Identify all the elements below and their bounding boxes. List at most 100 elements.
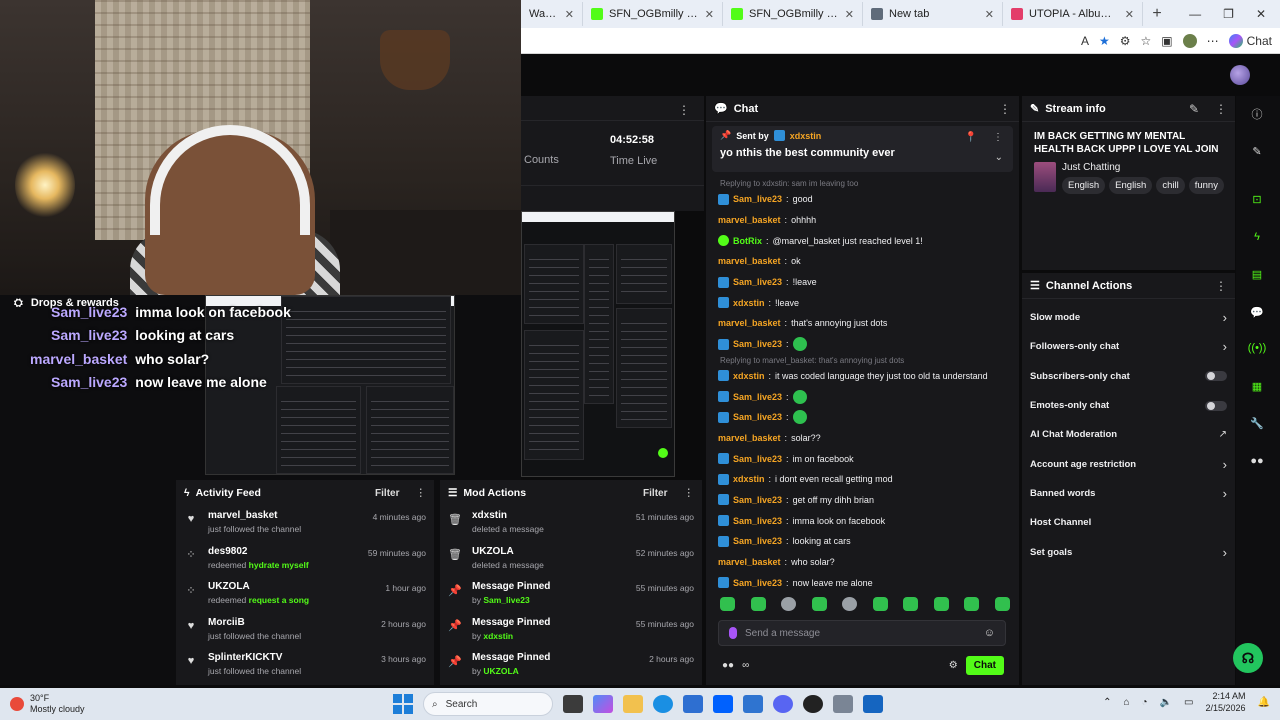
mod-item-title[interactable]: Message Pinned bbox=[472, 617, 626, 628]
broadcast-icon[interactable]: ((•)) bbox=[1248, 339, 1267, 357]
mod-item-title[interactable]: xdxstin bbox=[472, 510, 626, 521]
close-window-icon[interactable]: ✕ bbox=[1256, 7, 1266, 21]
chat-username[interactable]: Sam_live23 bbox=[733, 495, 782, 505]
edit-icon[interactable]: ✎ bbox=[1189, 102, 1199, 116]
unpin-icon[interactable]: 📍 bbox=[965, 132, 977, 143]
chat-username[interactable]: Sam_live23 bbox=[733, 578, 782, 588]
mod-item-title[interactable]: Message Pinned bbox=[472, 581, 626, 592]
notification-bell-icon[interactable]: 🔔 bbox=[1258, 697, 1270, 708]
activity-feed-item[interactable]: ♥ marvel_basket just followed the channel … bbox=[176, 506, 434, 542]
mod-item-by-user[interactable]: xdxstin bbox=[483, 631, 513, 641]
close-icon[interactable]: ✕ bbox=[705, 8, 714, 21]
browser-tab-2[interactable]: SFN_OGBmilly - Watch clips ✕ bbox=[723, 2, 863, 26]
copilot-chat-button[interactable]: Chat bbox=[1228, 33, 1272, 48]
chat-username[interactable]: marvel_basket bbox=[718, 557, 781, 567]
chat-username[interactable]: Sam_live23 bbox=[733, 339, 782, 349]
kebab-menu-icon[interactable]: ⋮ bbox=[993, 132, 1003, 143]
mod-action-item[interactable]: 📌 Message Pinned by UKZOLA 2 hours ago bbox=[440, 648, 702, 684]
document-icon[interactable]: ▤ bbox=[1248, 265, 1266, 283]
filter-button[interactable]: Filter bbox=[643, 488, 667, 499]
chat-message[interactable]: Sam_live23: now leave me alone bbox=[718, 572, 1007, 592]
settings-icon[interactable] bbox=[833, 695, 853, 713]
new-tab-button[interactable]: + bbox=[1143, 5, 1171, 23]
points-icon[interactable]: ●● bbox=[722, 660, 734, 671]
network-icon[interactable]: ⌂ bbox=[1124, 697, 1130, 708]
layout-icon[interactable]: ▦ bbox=[1248, 377, 1266, 395]
read-aloud-icon[interactable]: A bbox=[1081, 34, 1089, 48]
obs-icon[interactable] bbox=[803, 695, 823, 713]
channel-action-item[interactable]: Account age restriction › bbox=[1022, 449, 1235, 478]
profile-avatar[interactable] bbox=[1182, 33, 1197, 48]
kebab-menu-icon[interactable]: ⋮ bbox=[1215, 279, 1227, 293]
channel-action-item[interactable]: Host Channel bbox=[1022, 508, 1235, 537]
close-icon[interactable]: ✕ bbox=[985, 8, 994, 21]
channel-action-item[interactable]: Subscribers-only chat bbox=[1022, 362, 1235, 391]
copilot-taskbar-icon[interactable] bbox=[593, 695, 613, 713]
chat-username[interactable]: Sam_live23 bbox=[733, 277, 782, 287]
chat-message[interactable]: Sam_live23: bbox=[718, 334, 1007, 355]
close-icon[interactable]: ✕ bbox=[1125, 8, 1134, 21]
points-icon[interactable]: ●● bbox=[1248, 452, 1266, 470]
extensions-icon[interactable]: ⚙ bbox=[1120, 34, 1131, 48]
emote-button[interactable] bbox=[903, 597, 919, 611]
chat-message[interactable]: Sam_live23: imma look on facebook bbox=[718, 510, 1007, 531]
mod-action-item[interactable]: 🗑 UKZOLA deleted a message 52 minutes ago bbox=[440, 542, 702, 578]
infinity-icon[interactable]: ∞ bbox=[742, 660, 749, 671]
discord-icon[interactable] bbox=[773, 695, 793, 713]
volume-icon[interactable]: 🔈 bbox=[1160, 697, 1172, 708]
photoshop-icon[interactable] bbox=[863, 695, 883, 713]
chat-message[interactable]: marvel_basket: ok bbox=[718, 251, 1007, 272]
chat-message[interactable]: xdxstin: !leave bbox=[718, 292, 1007, 313]
browser-tab-0[interactable]: Watch clips ✕ bbox=[521, 2, 583, 26]
mod-actions-list[interactable]: 🗑 xdxstin deleted a message 51 minutes ago… bbox=[440, 506, 702, 685]
emote-button[interactable] bbox=[964, 597, 980, 611]
channel-action-item[interactable]: Emotes-only chat bbox=[1022, 391, 1235, 420]
help-chat-button[interactable]: ☊ bbox=[1233, 643, 1263, 673]
chat-username[interactable]: Sam_live23 bbox=[733, 412, 782, 422]
mic-icon[interactable] bbox=[729, 627, 737, 639]
mod-action-item[interactable]: 📌 Message Pinned by xdxstin 55 minutes ago bbox=[440, 613, 702, 649]
toggle-switch[interactable] bbox=[1205, 371, 1227, 382]
emote-button[interactable] bbox=[781, 597, 797, 611]
outlook-icon[interactable] bbox=[743, 695, 763, 713]
more-menu-icon[interactable]: ⋯ bbox=[1207, 34, 1219, 48]
emote-button[interactable] bbox=[811, 597, 827, 611]
chat-bubble-icon[interactable]: 💬 bbox=[1248, 303, 1266, 321]
close-icon[interactable]: ✕ bbox=[565, 8, 574, 21]
chat-message[interactable]: marvel_basket: who solar? bbox=[718, 552, 1007, 573]
activity-feed-item[interactable]: ♥ MorciiB just followed the channel 2 hour… bbox=[176, 613, 434, 649]
chat-username[interactable]: Sam_live23 bbox=[733, 194, 782, 204]
wifi-icon[interactable]: ◔ bbox=[1142, 697, 1148, 708]
chat-message[interactable]: marvel_basket: ohhhh bbox=[718, 210, 1007, 231]
channel-action-item[interactable]: Slow mode › bbox=[1022, 303, 1235, 332]
restore-icon[interactable]: ❐ bbox=[1223, 7, 1234, 21]
file-explorer-icon[interactable] bbox=[623, 695, 643, 713]
info-icon[interactable]: ⓘ bbox=[1248, 105, 1266, 123]
chevron-right-icon[interactable]: › bbox=[1223, 545, 1227, 560]
dropbox-icon[interactable] bbox=[713, 695, 733, 713]
close-icon[interactable]: ✕ bbox=[845, 8, 854, 21]
chat-username[interactable]: xdxstin bbox=[733, 474, 765, 484]
chevron-right-icon[interactable]: › bbox=[1223, 486, 1227, 501]
emote-button[interactable] bbox=[720, 597, 735, 611]
windows-start-icon[interactable] bbox=[393, 694, 413, 714]
lightning-icon[interactable]: ϟ bbox=[1248, 228, 1266, 246]
collections-icon[interactable]: ▣ bbox=[1161, 34, 1172, 48]
pinned-message[interactable]: 📌 Sent by xdxstin yo nthis the best comm… bbox=[712, 126, 1013, 172]
channel-action-item[interactable]: Set goals › bbox=[1022, 537, 1235, 566]
chat-message[interactable]: Sam_live23: get off my dihh brian bbox=[718, 490, 1007, 511]
kebab-menu-icon[interactable]: ⋮ bbox=[416, 487, 427, 499]
chat-message[interactable]: Sam_live23: bbox=[718, 386, 1007, 407]
mod-action-item[interactable]: 📌 Message Pinned by Sam_live23 55 minutes a… bbox=[440, 577, 702, 613]
browser-tab-3[interactable]: New tab ✕ bbox=[863, 2, 1003, 26]
activity-feed-item[interactable]: ⁘ des9802 redeemed hydrate myself 59 minute… bbox=[176, 542, 434, 578]
chat-username[interactable]: marvel_basket bbox=[718, 256, 781, 266]
emote-button[interactable] bbox=[842, 597, 858, 611]
chat-message[interactable]: marvel_basket: that's annoying just dots bbox=[718, 313, 1007, 334]
chat-username[interactable]: marvel_basket bbox=[718, 318, 781, 328]
activity-feed-item[interactable]: ♥ SplinterKICKTV just followed the channel… bbox=[176, 648, 434, 684]
activity-item-user[interactable]: marvel_basket bbox=[208, 510, 363, 521]
emote-button[interactable] bbox=[994, 597, 1010, 611]
activity-feed-list[interactable]: ♥ marvel_basket just followed the channel … bbox=[176, 506, 434, 685]
user-avatar[interactable] bbox=[1230, 65, 1250, 85]
